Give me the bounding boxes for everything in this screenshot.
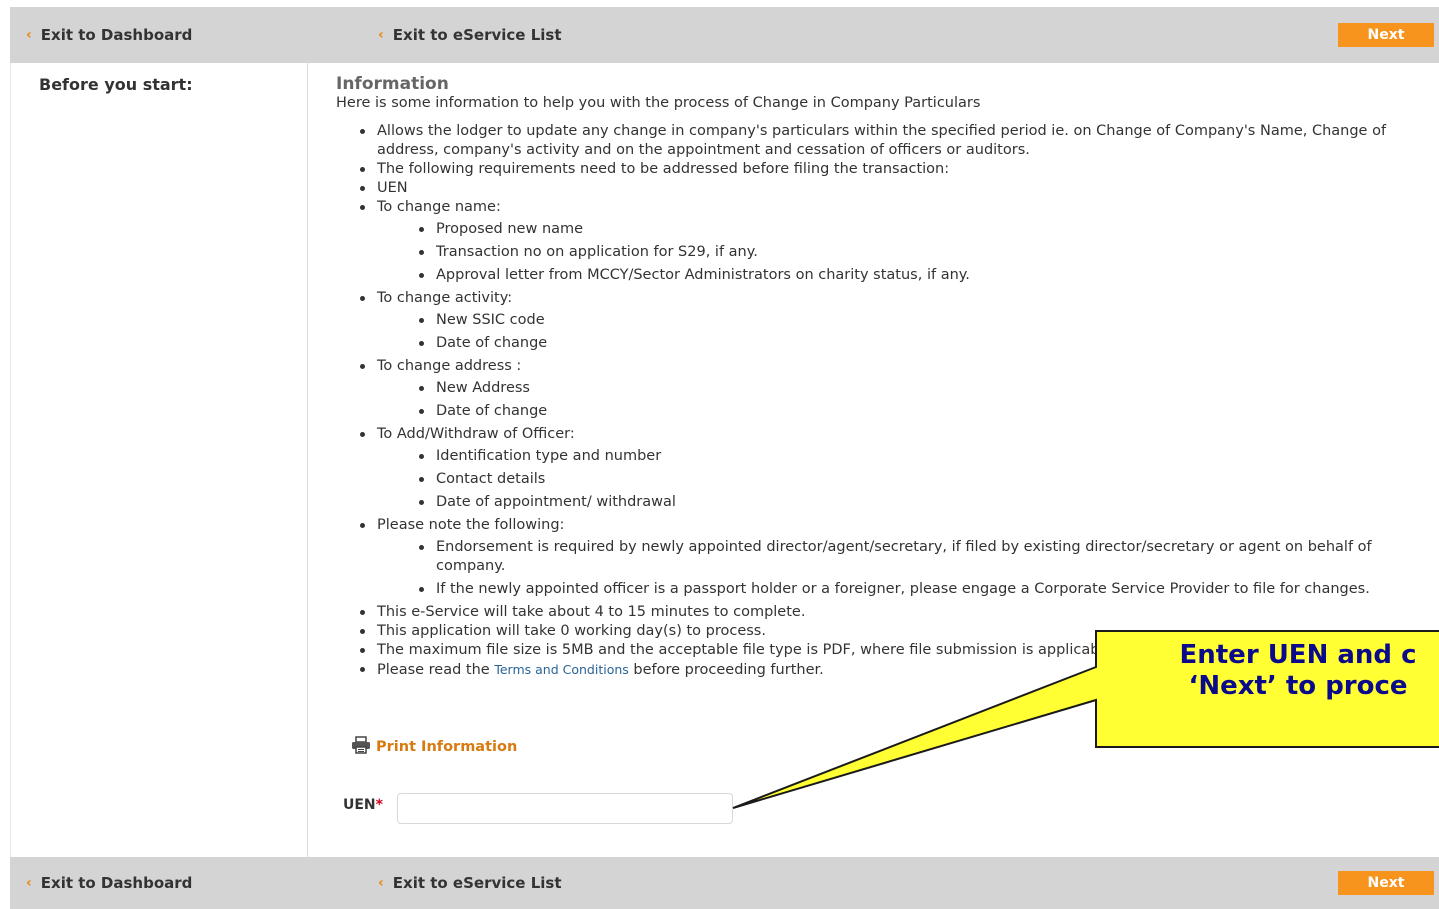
top-navbar: ‹ Exit to Dashboard ‹ Exit to eService L… [10, 7, 1439, 63]
list-item: Allows the lodger to update any change i… [358, 122, 1418, 160]
terms-and-conditions-link[interactable]: Terms and Conditions [494, 662, 628, 677]
notes-sublist: Endorsement is required by newly appoint… [417, 538, 1418, 599]
print-information-link[interactable]: Print Information [350, 736, 517, 758]
requirements-list: Allows the lodger to update any change i… [358, 122, 1418, 680]
chevron-left-icon: ‹ [378, 875, 384, 891]
exit-dashboard-label: Exit to Dashboard [40, 26, 193, 44]
list-item: This application will take 0 working day… [358, 622, 1418, 641]
list-item: To change name: Proposed new name Transa… [358, 198, 1418, 285]
exit-eservice-link[interactable]: ‹ Exit to eService List [378, 26, 562, 44]
bottom-navbar: ‹ Exit to Dashboard ‹ Exit to eService L… [10, 857, 1439, 909]
sub-list-item: New Address [417, 379, 1418, 398]
list-item-label: To Add/Withdraw of Officer: [377, 426, 575, 442]
sub-list-item: Contact details [417, 470, 1418, 489]
required-mark: * [375, 797, 383, 813]
chevron-left-icon: ‹ [26, 875, 32, 891]
officer-sublist: Identification type and number Contact d… [417, 447, 1418, 512]
sub-list-item: New SSIC code [417, 311, 1418, 330]
uen-label: UEN* [343, 797, 383, 813]
callout-line-1: Enter UEN and c [1179, 640, 1417, 670]
list-item-label: To change activity: [377, 290, 513, 306]
exit-eservice-link[interactable]: ‹ Exit to eService List [378, 874, 562, 892]
next-button-top[interactable]: Next [1338, 23, 1434, 47]
exit-eservice-label: Exit to eService List [392, 874, 562, 892]
left-panel: Before you start: [10, 63, 308, 857]
chevron-left-icon: ‹ [378, 27, 384, 43]
callout-text: Enter UEN and c ‘Next’ to proce [1098, 640, 1439, 702]
read-prefix: Please read the [377, 662, 495, 678]
chevron-left-icon: ‹ [26, 27, 32, 43]
sub-list-item: Date of appointment/ withdrawal [417, 493, 1418, 512]
uen-input[interactable] [397, 793, 733, 824]
sub-list-item: Date of change [417, 334, 1418, 353]
sub-list-item: Proposed new name [417, 220, 1418, 239]
list-item-label: To change name: [377, 199, 501, 215]
before-you-start-title: Before you start: [39, 75, 193, 94]
list-item: UEN [358, 179, 1418, 198]
list-item: The following requirements need to be ad… [358, 160, 1418, 179]
sub-list-item: Transaction no on application for S29, i… [417, 243, 1418, 262]
sub-list-item: If the newly appointed officer is a pass… [417, 580, 1418, 599]
next-button-bottom[interactable]: Next [1338, 871, 1434, 895]
list-item: To Add/Withdraw of Officer: Identificati… [358, 425, 1418, 512]
exit-dashboard-link[interactable]: ‹ Exit to Dashboard [26, 874, 192, 892]
list-item: This e-Service will take about 4 to 15 m… [358, 603, 1418, 622]
information-panel: Information Here is some information to … [336, 74, 1436, 680]
change-name-sublist: Proposed new name Transaction no on appl… [417, 220, 1418, 285]
change-activity-sublist: New SSIC code Date of change [417, 311, 1418, 353]
exit-dashboard-label: Exit to Dashboard [40, 874, 193, 892]
list-item-label: Please note the following: [377, 517, 565, 533]
sub-list-item: Approval letter from MCCY/Sector Adminis… [417, 266, 1418, 285]
callout-line-2: ‘Next’ to proce [1188, 671, 1408, 701]
information-heading: Information [336, 74, 449, 94]
exit-eservice-label: Exit to eService List [392, 26, 562, 44]
list-item: To change address : New Address Date of … [358, 357, 1418, 421]
sub-list-item: Endorsement is required by newly appoint… [417, 538, 1418, 576]
change-address-sublist: New Address Date of change [417, 379, 1418, 421]
exit-dashboard-link[interactable]: ‹ Exit to Dashboard [26, 26, 192, 44]
list-item: Please note the following: Endorsement i… [358, 516, 1418, 599]
list-item: To change activity: New SSIC code Date o… [358, 289, 1418, 353]
read-suffix: before proceeding further. [628, 662, 824, 678]
list-item-label: To change address : [377, 358, 522, 374]
sub-list-item: Identification type and number [417, 447, 1418, 466]
uen-label-text: UEN [343, 797, 376, 813]
information-intro: Here is some information to help you wit… [336, 95, 981, 111]
printer-icon [350, 736, 372, 758]
sub-list-item: Date of change [417, 402, 1418, 421]
print-information-label: Print Information [376, 739, 518, 755]
